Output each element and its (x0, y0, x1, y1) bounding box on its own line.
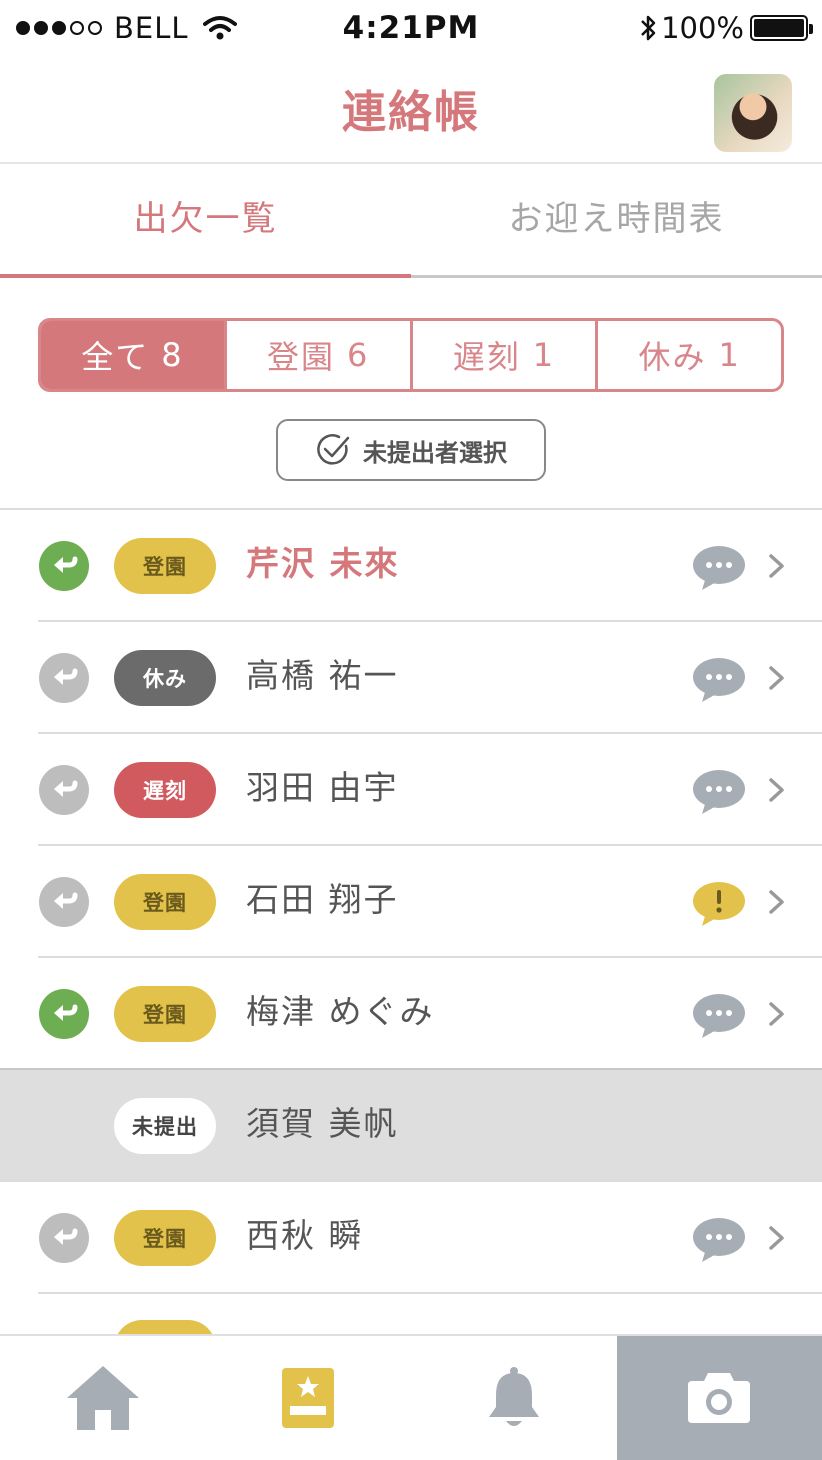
bottom-nav (0, 1334, 822, 1460)
pickup-status-icon[interactable] (39, 541, 89, 591)
status-badge: 登園 (114, 1210, 216, 1266)
select-unsubmitted-button[interactable]: 未提出者選択 (276, 419, 546, 481)
contact-book-icon (282, 1368, 335, 1428)
filter-late-count: 1 (532, 336, 556, 374)
student-name: 石田 翔子 (246, 880, 399, 919)
pickup-status-icon[interactable] (39, 989, 89, 1039)
header: 連絡帳 (0, 56, 822, 164)
comment-icon[interactable] (692, 1217, 746, 1263)
chevron-right-icon[interactable] (768, 889, 786, 915)
student-name: 芹沢 未來 (246, 544, 400, 583)
filter-all-label: 全て (81, 338, 150, 376)
nav-camera[interactable] (616, 1336, 822, 1460)
student-name: 高橋 祐一 (246, 656, 399, 695)
nav-home[interactable] (0, 1336, 206, 1460)
bell-icon (488, 1367, 539, 1426)
camera-icon (688, 1373, 751, 1423)
status-bar: BELL 4:21PM 100% (0, 0, 822, 56)
bluetooth-icon (641, 15, 656, 41)
status-badge: 遅刻 (114, 762, 216, 818)
tab-attendance-list[interactable]: 出欠一覧 (0, 164, 411, 278)
list-item[interactable]: 遅刻 羽田 由宇 (0, 734, 822, 846)
comment-icon[interactable] (692, 657, 746, 703)
student-list: 登園 芹沢 未來 休み 高橋 祐一 遅刻 羽田 由宇 登園 石田 翔子 登園 梅… (0, 510, 822, 1294)
pickup-status-icon[interactable] (39, 765, 89, 815)
filter-attend[interactable]: 登園 6 (223, 321, 410, 389)
filter-absent-count: 1 (718, 336, 741, 374)
student-name: 梅津 めぐみ (246, 992, 435, 1031)
filter-all-count: 8 (161, 336, 184, 374)
status-badge: 未提出 (114, 1098, 216, 1154)
chevron-right-icon[interactable] (768, 665, 786, 691)
pickup-status-icon[interactable] (39, 1213, 89, 1263)
list-item[interactable]: 登園 芹沢 未來 (0, 510, 822, 622)
filter-absent[interactable]: 休み 1 (595, 321, 781, 389)
list-item[interactable]: 登園 西秋 瞬 (0, 1182, 822, 1294)
tab-bar: 出欠一覧 お迎え時間表 (0, 164, 822, 278)
chevron-right-icon[interactable] (768, 777, 786, 803)
filter-late-label: 遅刻 (452, 338, 521, 376)
comment-icon[interactable] (692, 545, 746, 591)
chevron-right-icon[interactable] (768, 553, 786, 579)
filter-absent-label: 休み (638, 338, 707, 376)
page-title: 連絡帳 (342, 87, 480, 138)
nav-notifications[interactable] (411, 1336, 617, 1460)
list-item[interactable]: 登園 梅津 めぐみ (0, 958, 822, 1070)
pickup-status-icon[interactable] (39, 877, 89, 927)
status-filter: 全て 8 登園 6 遅刻 1 休み 1 (38, 318, 784, 392)
filter-late[interactable]: 遅刻 1 (409, 321, 596, 389)
avatar[interactable] (714, 74, 792, 152)
list-item[interactable]: 休み 高橋 祐一 (0, 622, 822, 734)
student-name: 羽田 由宇 (246, 768, 399, 807)
comment-icon[interactable] (692, 993, 746, 1039)
home-icon (66, 1366, 139, 1430)
alert-comment-icon[interactable] (692, 881, 746, 927)
filter-attend-label: 登園 (266, 338, 335, 376)
battery-icon (750, 15, 813, 41)
student-name: 西秋 瞬 (246, 1216, 364, 1255)
status-badge: 登園 (114, 874, 216, 930)
chevron-right-icon[interactable] (768, 1225, 786, 1251)
chevron-right-icon[interactable] (768, 1001, 786, 1027)
select-unsubmitted-label: 未提出者選択 (363, 438, 507, 467)
status-badge (114, 1320, 216, 1335)
comment-icon[interactable] (692, 769, 746, 815)
list-item[interactable]: 未提出 須賀 美帆 (0, 1068, 822, 1182)
check-circle-icon (317, 434, 350, 465)
student-name: 須賀 美帆 (246, 1104, 399, 1143)
filter-all[interactable]: 全て 8 (41, 321, 224, 389)
battery-percent: 100% (661, 11, 744, 45)
filter-attend-count: 6 (346, 336, 370, 374)
tab-pickup-schedule[interactable]: お迎え時間表 (411, 164, 822, 275)
list-item[interactable]: 登園 石田 翔子 (0, 846, 822, 958)
list-item-partial[interactable] (0, 1293, 822, 1335)
nav-contact-book[interactable] (206, 1336, 412, 1460)
status-badge: 登園 (114, 538, 216, 594)
status-badge: 登園 (114, 986, 216, 1042)
pickup-status-icon[interactable] (39, 653, 89, 703)
status-badge: 休み (114, 650, 216, 706)
